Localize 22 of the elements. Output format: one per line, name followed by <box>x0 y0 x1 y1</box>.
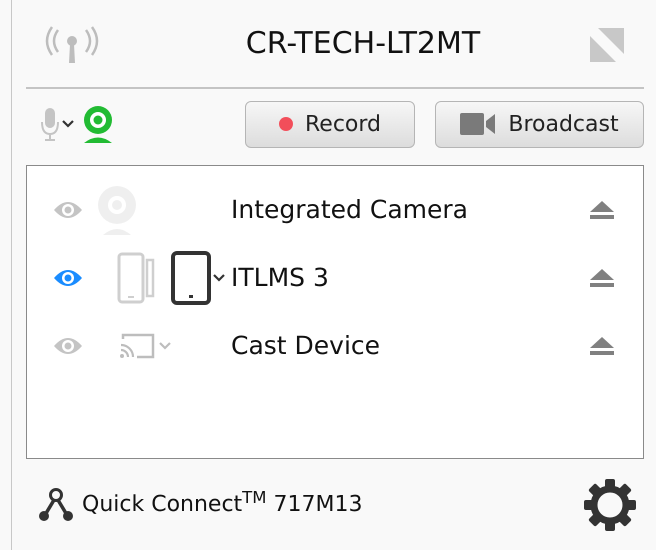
device-name: ITLMS 3 <box>231 262 330 294</box>
quick-connect-code: Quick Connect$^{TM}$ 717M13 <box>82 488 362 519</box>
eye-icon[interactable] <box>53 268 83 288</box>
video-camera-icon <box>460 113 496 135</box>
record-button[interactable]: Record <box>245 100 415 148</box>
eject-icon[interactable] <box>589 268 615 288</box>
eye-icon[interactable] <box>53 336 83 356</box>
quick-connect-icon[interactable] <box>38 486 74 522</box>
tablet-icon[interactable] <box>171 251 211 305</box>
caret-icon[interactable] <box>62 120 74 128</box>
eye-icon[interactable] <box>53 200 83 220</box>
caret-icon[interactable] <box>213 274 225 282</box>
device-name: Cast Device <box>231 330 382 362</box>
eject-icon[interactable] <box>589 336 615 356</box>
window-title: CR-TECH-LT2MT <box>246 25 480 63</box>
device-name: Integrated Camera <box>231 194 469 226</box>
cast-icon <box>119 333 155 359</box>
broadcast-button[interactable]: Broadcast <box>435 100 644 148</box>
record-dot-icon <box>278 117 293 131</box>
eject-icon[interactable] <box>589 200 615 220</box>
settings-icon[interactable] <box>582 476 638 532</box>
broadcast-signal-icon[interactable] <box>44 24 100 64</box>
